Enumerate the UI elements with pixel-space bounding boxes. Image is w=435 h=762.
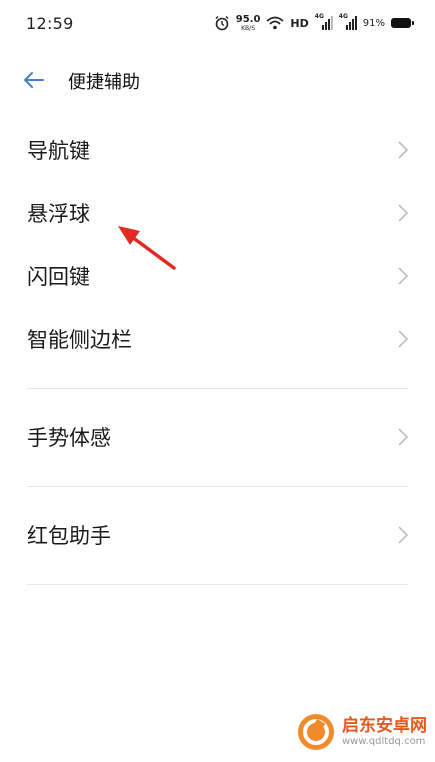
status-time: 12:59 [26,14,74,33]
menu-item-label: 手势体感 [27,426,111,450]
chevron-right-icon [398,267,409,285]
chevron-right-icon [398,204,409,222]
menu-item-label: 红包助手 [27,524,111,548]
chevron-right-icon [398,526,409,544]
menu-item-flashback-key[interactable]: 闪回键 [0,245,435,308]
menu-item-label: 悬浮球 [27,202,90,226]
battery-percent: 91% [362,17,385,29]
signal-icon-sim1: 4G [315,13,333,31]
signal-icon-sim2: 4G [339,13,357,31]
watermark-name: 启东安卓网 [342,716,427,737]
watermark: 启东安卓网 www.qdltdq.com [296,712,427,752]
watermark-text: 启东安卓网 www.qdltdq.com [342,717,427,747]
battery-icon [391,18,414,28]
hd-label: HD [290,16,309,30]
divider [27,584,408,585]
alarm-icon [215,15,229,31]
network-speed-unit: KB/S [241,24,256,32]
menu-item-smart-sidebar[interactable]: 智能侧边栏 [0,308,435,371]
status-icons: 95.0 KB/S HD 4G 4G 91% [214,12,414,34]
chevron-right-icon [398,141,409,159]
menu-item-label: 闪回键 [27,265,90,289]
watermark-logo-icon [298,714,334,750]
wifi-icon [266,16,285,30]
page-header: 便捷辅助 [0,58,435,102]
menu-item-label: 智能侧边栏 [27,328,132,352]
settings-list: 导航键 悬浮球 闪回键 智能侧边栏 手势体感 红包助手 [0,119,435,585]
network-speed: 95.0 KB/S [235,13,261,32]
back-arrow-icon[interactable] [22,68,46,92]
menu-item-navigation-keys[interactable]: 导航键 [0,119,435,182]
watermark-url: www.qdltdq.com [342,735,426,747]
status-bar: 12:59 95.0 KB/S HD 4G 4G 91% [0,0,435,48]
menu-item-gesture-motion[interactable]: 手势体感 [0,406,435,469]
page-title: 便捷辅助 [68,72,140,93]
menu-item-label: 导航键 [27,139,90,163]
chevron-right-icon [398,330,409,348]
network-speed-value: 95.0 [235,13,261,25]
chevron-right-icon [398,428,409,446]
menu-item-red-packet-assistant[interactable]: 红包助手 [0,504,435,567]
menu-item-floating-ball[interactable]: 悬浮球 [0,182,435,245]
